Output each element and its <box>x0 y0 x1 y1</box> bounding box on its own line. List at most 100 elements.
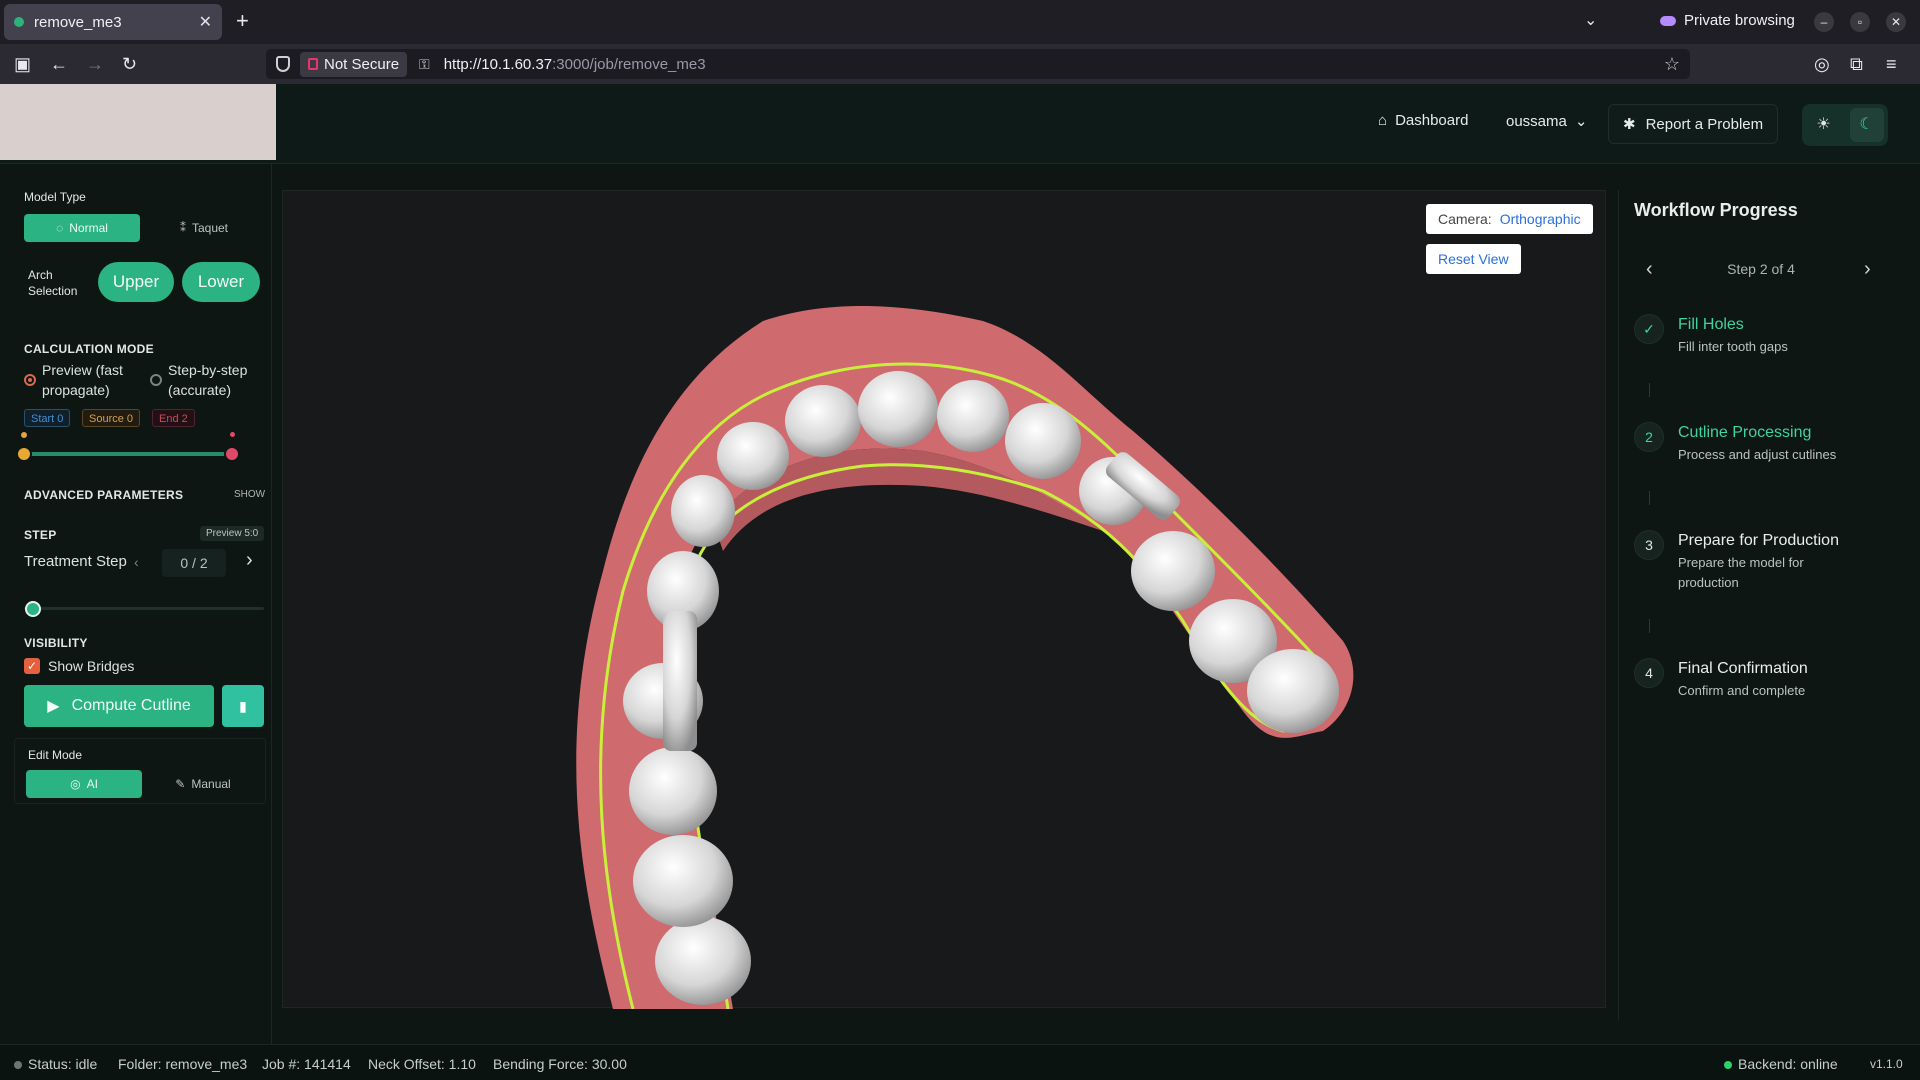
home-icon: ⌂ <box>1378 112 1388 129</box>
advanced-label: ADVANCED PARAMETERS <box>24 488 184 502</box>
restore-icon[interactable]: ▫ <box>1850 12 1870 32</box>
report-label: Report a Problem <box>1645 115 1764 133</box>
close-tab-icon[interactable]: ✕ <box>199 12 212 32</box>
browser-navbar: ▣ ← → ↻ Not Secure ⚿ http://10.1.60.37:3… <box>0 44 1920 84</box>
workflow-title: Workflow Progress <box>1634 200 1798 220</box>
start-chip: Start 0 <box>24 409 71 427</box>
compute-label: Compute Cutline <box>71 697 191 714</box>
chevron-right-icon[interactable]: › <box>246 550 253 570</box>
edit-mode-label: Edit Mode <box>28 748 83 762</box>
step-connector <box>1649 619 1650 633</box>
new-tab-button[interactable]: + <box>236 8 249 34</box>
range-start-handle[interactable] <box>16 446 32 462</box>
arch-label: Arch <box>28 268 53 282</box>
step-4-number: 4 <box>1634 658 1664 688</box>
dashboard-label: Dashboard <box>1395 112 1469 129</box>
url-path: :3000/job/remove_me3 <box>552 55 706 73</box>
tab-title: remove_me3 <box>34 13 122 31</box>
show-bridges-label: Show Bridges <box>48 658 135 674</box>
tab-favicon-icon <box>14 17 24 27</box>
trash-icon: ▮ <box>239 697 247 714</box>
end-marker <box>230 432 235 437</box>
step-of-label: Step 2 of 4 <box>1727 261 1795 277</box>
backend-status: Backend: online <box>1724 1056 1838 1072</box>
range-end-handle[interactable] <box>224 446 240 462</box>
status-neck: Neck Offset: 1.10 <box>368 1056 476 1072</box>
treatment-step-value: 0 / 2 <box>162 549 226 577</box>
advanced-toggle[interactable]: SHOW <box>234 489 265 500</box>
key-icon[interactable]: ⚿ <box>419 56 430 73</box>
moon-icon[interactable]: ☾ <box>1849 108 1884 142</box>
show-bridges-checkbox[interactable]: ✓ <box>24 658 40 674</box>
range-slider-track[interactable] <box>24 452 232 456</box>
version-label: v1.1.0 <box>1870 1057 1903 1071</box>
chevron-down-icon[interactable]: ⌄ <box>1584 10 1597 30</box>
edit-ai-button[interactable]: ◎ AI <box>26 770 142 798</box>
end-chip: End 2 <box>152 409 195 427</box>
reset-view-button[interactable]: Reset View <box>1426 244 1521 274</box>
model-taquet-button[interactable]: ⁑ Taquet <box>144 214 264 242</box>
camera-label: Camera: <box>1438 211 1492 227</box>
step-1-desc: Fill inter tooth gaps <box>1678 339 1788 354</box>
treatment-step-label: Treatment Step <box>24 553 127 570</box>
sidebar-icon[interactable]: ▣ <box>14 54 31 75</box>
reload-icon[interactable]: ↻ <box>122 54 137 75</box>
chevron-down-icon: ⌄ <box>1574 113 1588 130</box>
arch-upper-button[interactable]: Upper <box>98 262 174 302</box>
report-problem-button[interactable]: ✱ Report a Problem <box>1608 104 1779 144</box>
visibility-label: VISIBILITY <box>24 636 88 650</box>
status-dot-icon <box>14 1061 22 1069</box>
lock-icon <box>308 58 318 70</box>
camera-mode-button[interactable]: Camera: Orthographic <box>1426 204 1593 234</box>
forward-icon[interactable]: → <box>86 54 104 75</box>
backend-dot-icon <box>1724 1061 1732 1069</box>
preview-label-2: propagate) <box>42 382 110 398</box>
edit-manual-button[interactable]: ✎ Manual <box>146 770 260 798</box>
arch-lower-button[interactable]: Lower <box>182 262 260 302</box>
model-taquet-label: Taquet <box>191 221 229 235</box>
status-bending: Bending Force: 30.00 <box>493 1056 627 1072</box>
url-text[interactable]: http://10.1.60.37:3000/job/remove_me3 <box>444 56 706 73</box>
sun-icon[interactable]: ☀ <box>1807 108 1841 142</box>
edit-manual-label: Manual <box>191 777 231 791</box>
shield-icon[interactable] <box>276 56 290 72</box>
private-mask-icon <box>1660 15 1676 26</box>
step-1-title: Fill Holes <box>1678 316 1744 333</box>
step-2-desc: Process and adjust cutlines <box>1678 447 1837 462</box>
bookmark-star-icon[interactable]: ☆ <box>1664 54 1680 75</box>
user-menu[interactable]: oussama ⌄ <box>1506 112 1588 131</box>
bug-icon: ✱ <box>1623 116 1636 133</box>
browser-tab[interactable]: remove_me3 ✕ <box>4 4 222 40</box>
not-secure-badge[interactable]: Not Secure <box>300 51 408 77</box>
play-icon: ▶ <box>47 698 60 715</box>
treatment-slider-track[interactable] <box>24 607 264 610</box>
pin-icon: ⁑ <box>179 221 186 235</box>
menu-icon[interactable]: ≡ <box>1886 54 1897 75</box>
minimize-icon[interactable]: – <box>1814 12 1834 32</box>
account-icon[interactable]: ◎ <box>1814 54 1830 75</box>
delete-button[interactable]: ▮ <box>222 685 264 727</box>
step-3-title: Prepare for Production <box>1678 532 1839 549</box>
source-chip: Source 0 <box>82 409 141 427</box>
back-icon[interactable]: ← <box>50 54 68 75</box>
model-normal-button[interactable]: ◌ Normal <box>24 214 140 242</box>
step-4-title: Final Confirmation <box>1678 660 1808 677</box>
stepbystep-radio[interactable] <box>150 374 162 386</box>
model-normal-label: Normal <box>69 221 108 235</box>
dashboard-link[interactable]: ⌂ Dashboard <box>1378 112 1468 129</box>
source-marker <box>21 432 27 438</box>
preview-label-1: Preview (fast <box>42 362 123 378</box>
chevron-right-icon[interactable]: › <box>1864 258 1871 281</box>
extensions-icon[interactable]: ⧉ <box>1850 54 1863 75</box>
close-window-icon[interactable]: ✕ <box>1886 12 1906 32</box>
chevron-left-icon[interactable]: ‹ <box>1646 258 1653 281</box>
preview-radio[interactable] <box>24 374 36 386</box>
model-viewport[interactable] <box>282 190 1606 1010</box>
status-job: Job #: 141414 <box>262 1056 351 1072</box>
tooth-icon: ◌ <box>56 221 64 235</box>
url-bar[interactable]: Not Secure ⚿ http://10.1.60.37:3000/job/… <box>266 49 1690 79</box>
chevron-left-icon[interactable]: ‹ <box>134 552 139 572</box>
compute-cutline-button[interactable]: ▶ Compute Cutline <box>24 685 214 727</box>
treatment-slider-handle[interactable] <box>25 601 41 617</box>
model-type-label: Model Type <box>24 190 86 204</box>
